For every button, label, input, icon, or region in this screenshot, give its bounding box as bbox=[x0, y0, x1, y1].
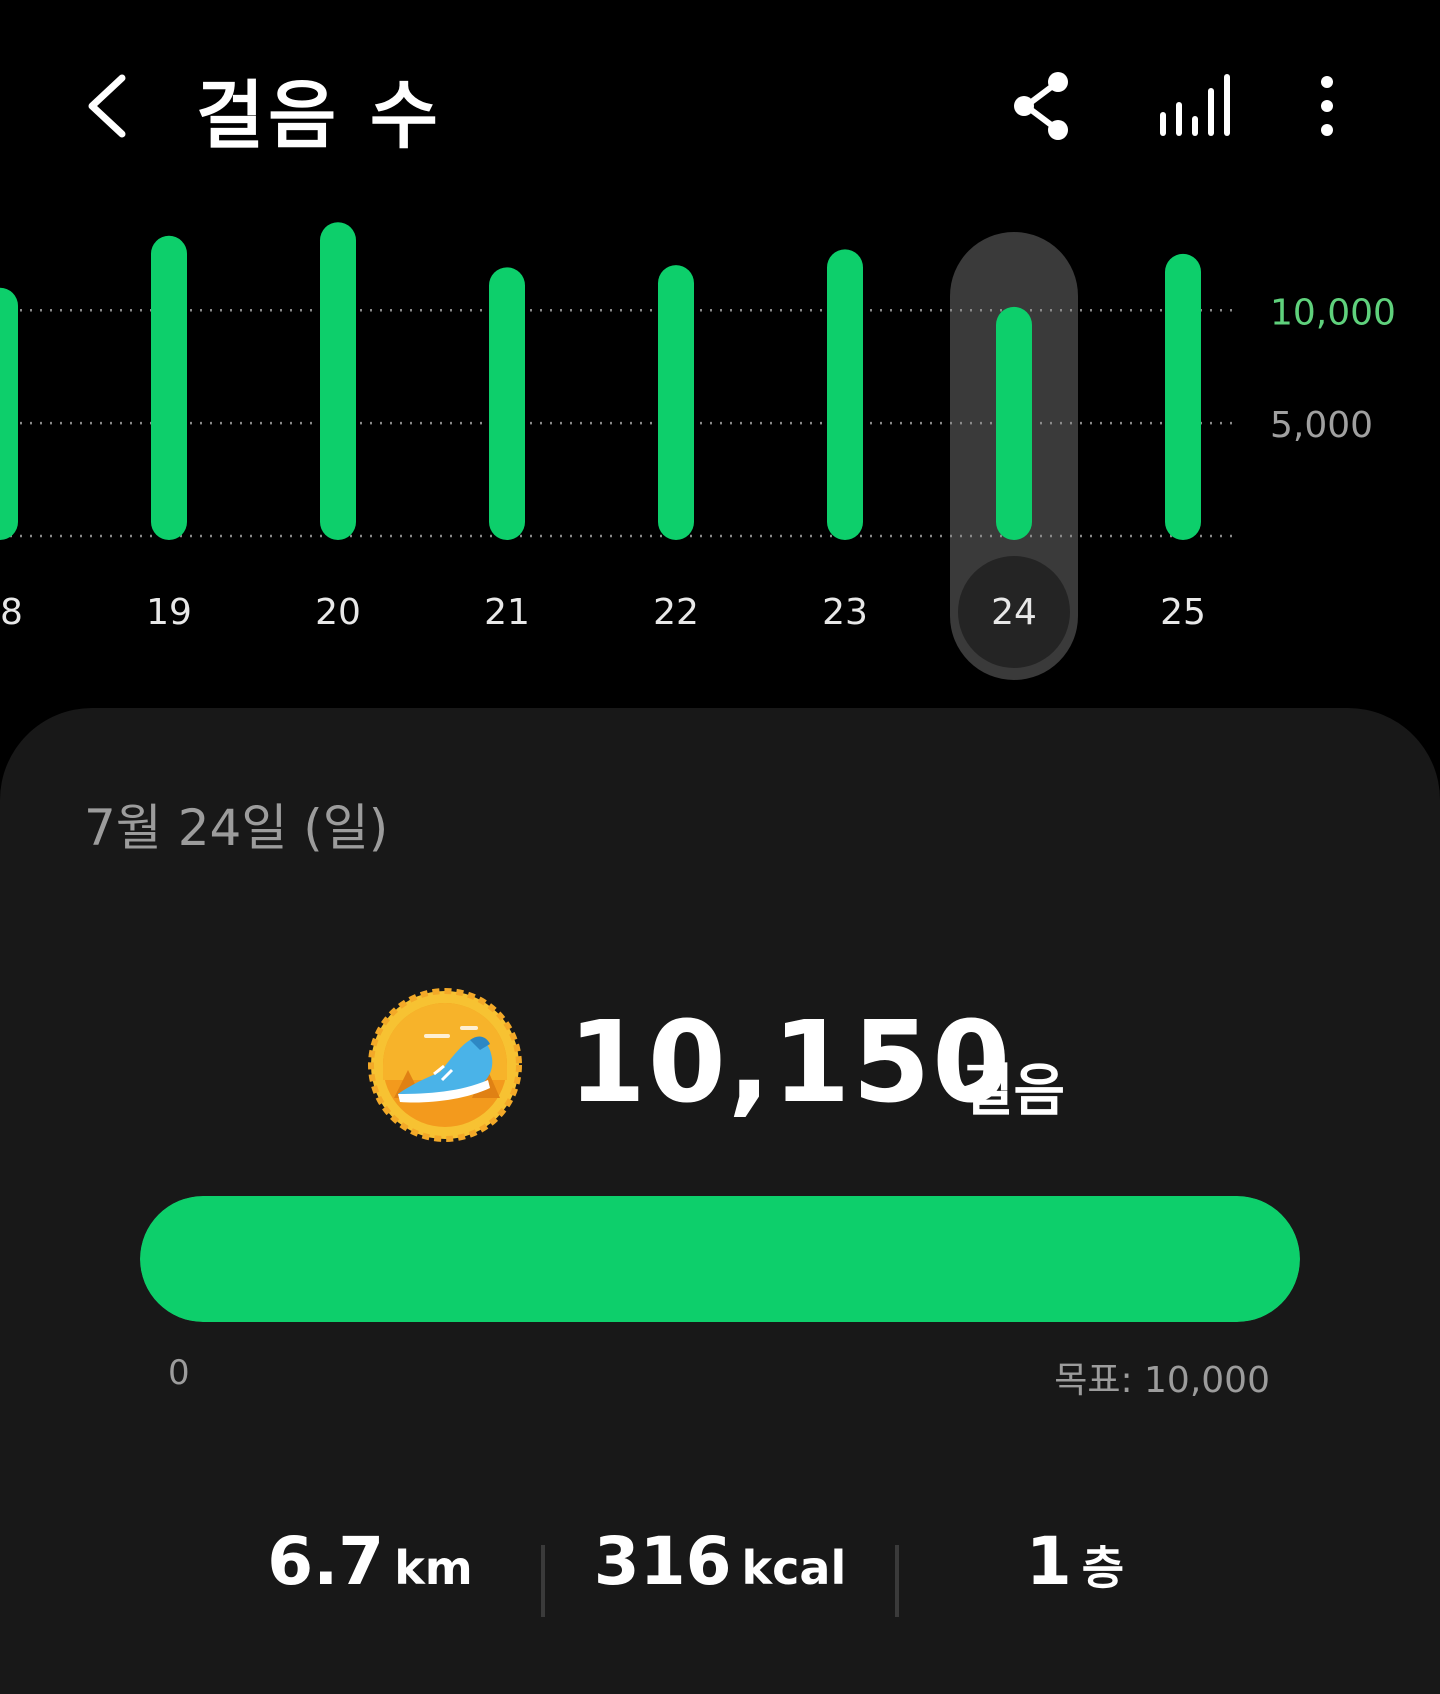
step-count-value: 10,150 bbox=[568, 998, 1013, 1128]
distance-value: 6.7 bbox=[267, 1523, 385, 1600]
statistics-button[interactable] bbox=[1150, 60, 1240, 150]
steps-chart[interactable]: 10,000 5,000 18 19 20 21 22 23 24 25 bbox=[0, 220, 1440, 700]
more-options-button[interactable] bbox=[1282, 60, 1372, 150]
steps-chart-svg: 10,000 5,000 18 19 20 21 22 23 24 25 bbox=[0, 222, 1396, 680]
x-tick-label: 18 bbox=[0, 592, 23, 633]
day-detail-card: 7월 24일 (일) 10,150 걸음 0 목표: 10,000 6.7 km… bbox=[0, 708, 1440, 1694]
y-tick-label: 5,000 bbox=[1270, 405, 1373, 446]
bar-day-21 bbox=[489, 267, 525, 540]
calories-value: 316 bbox=[593, 1523, 732, 1600]
bar-day-19 bbox=[151, 235, 187, 541]
x-tick-label: 22 bbox=[653, 592, 699, 633]
floors-value: 1 bbox=[1025, 1523, 1072, 1600]
x-tick-label: 19 bbox=[146, 592, 192, 633]
goal-progress-fill bbox=[140, 1196, 1300, 1322]
distance-stat[interactable]: 6.7 km bbox=[200, 1523, 540, 1623]
stat-divider bbox=[895, 1545, 899, 1617]
x-tick-label: 21 bbox=[484, 592, 530, 633]
running-shoe-icon bbox=[368, 988, 522, 1142]
bar-day-24 bbox=[996, 306, 1032, 540]
bar-day-25 bbox=[1165, 253, 1201, 540]
step-summary: 10,150 걸음 bbox=[0, 988, 1440, 1142]
x-tick-label: 23 bbox=[822, 592, 868, 633]
calories-unit: kcal bbox=[741, 1541, 847, 1595]
goal-label: 목표: 10,000 bbox=[1054, 1360, 1270, 1401]
calories-stat[interactable]: 316 kcal bbox=[545, 1523, 895, 1623]
selected-date: 7월 24일 (일) bbox=[84, 799, 389, 857]
bar-day-20 bbox=[320, 222, 356, 540]
goal-achieved-badge bbox=[368, 988, 522, 1142]
floors-unit: 층 bbox=[1081, 1541, 1125, 1595]
more-vert-icon bbox=[1321, 76, 1333, 136]
bar-day-22 bbox=[658, 265, 694, 540]
bar-day-23 bbox=[827, 249, 863, 540]
share-icon bbox=[1014, 72, 1068, 140]
page-title: 걸음 수 bbox=[196, 73, 443, 159]
stats-bars-icon bbox=[1160, 74, 1230, 136]
distance-unit: km bbox=[394, 1541, 473, 1595]
app-header: 걸음 수 bbox=[0, 0, 1440, 220]
floors-stat[interactable]: 1 층 bbox=[900, 1523, 1250, 1623]
x-tick-label: 24 bbox=[991, 592, 1037, 633]
goal-progress-bar bbox=[140, 1196, 1300, 1322]
step-count-unit: 걸음 bbox=[962, 1059, 1066, 1124]
back-icon bbox=[88, 74, 126, 138]
y-tick-label: 10,000 bbox=[1270, 292, 1396, 333]
steps-screen: 걸음 수 10,000 5,000 8 19 20 21 22 23 24 25… bbox=[0, 0, 1440, 1694]
progress-min-label: 0 bbox=[168, 1353, 190, 1393]
x-tick-label: 25 bbox=[1160, 592, 1206, 633]
share-button[interactable] bbox=[1000, 60, 1090, 150]
bar-day-18 bbox=[0, 287, 18, 540]
activity-stats: 6.7 km 316 kcal 1 층 bbox=[0, 1523, 1440, 1623]
back-button[interactable] bbox=[70, 60, 150, 150]
x-tick-label: 20 bbox=[315, 592, 361, 633]
